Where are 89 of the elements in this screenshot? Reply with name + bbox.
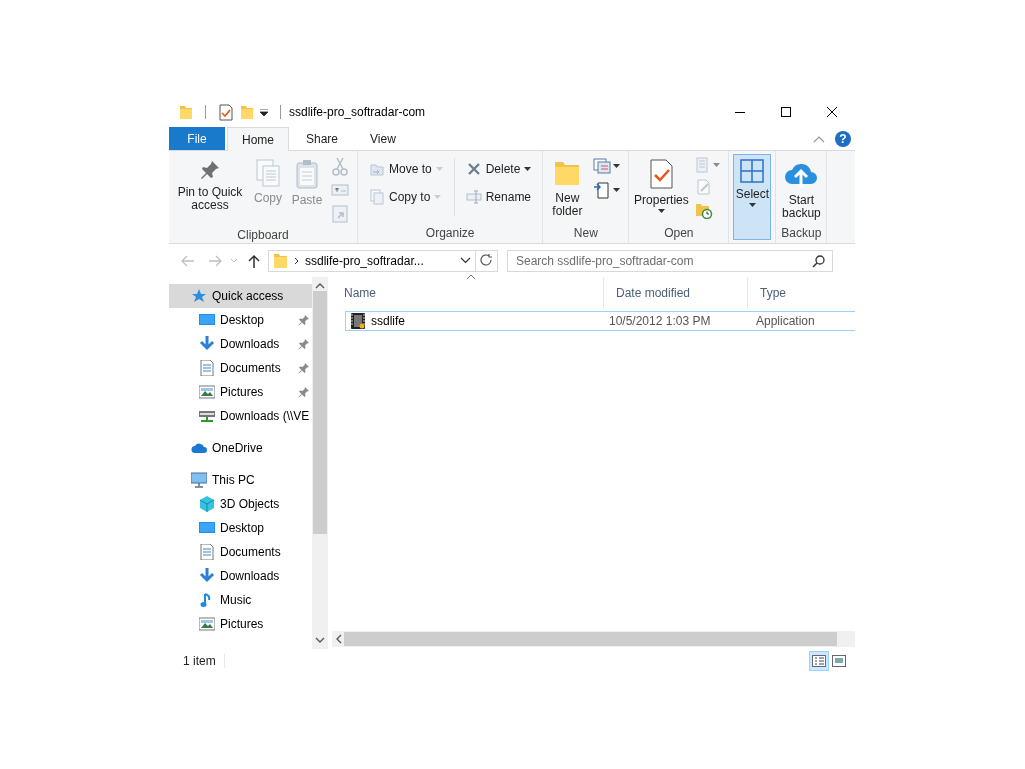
delete-button[interactable]: Delete <box>462 156 535 182</box>
ribbon-tab[interactable]: Home <box>227 127 289 151</box>
chevron-down-icon[interactable] <box>460 257 471 264</box>
folder-arrow-icon <box>369 161 385 177</box>
documents-icon <box>253 158 283 188</box>
minimize-icon <box>735 111 745 113</box>
sidebar-item[interactable]: Documents <box>169 356 312 380</box>
sidebar-item[interactable]: Pictures <box>169 612 312 636</box>
group-label: Open <box>663 225 695 242</box>
date-modified-cell-text: 10/5/2012 1:03 PM <box>608 314 712 328</box>
sidebar-item[interactable]: Downloads <box>169 332 312 356</box>
group-label: Clipboard <box>236 227 290 243</box>
scrollbar[interactable] <box>312 277 328 649</box>
search-field[interactable]: Search ssdlife-pro_softradar-com <box>507 249 833 272</box>
ribbon-tab[interactable]: View <box>355 127 411 150</box>
large-icons-view-icon <box>832 655 846 667</box>
window-title: ssdlife-pro_softradar-com <box>289 105 426 119</box>
file-name: ssdlife <box>371 314 405 328</box>
forward-arrow-icon[interactable] <box>209 254 223 267</box>
file-row[interactable]: ssdlife 10/5/2012 1:03 PM Application <box>345 311 855 331</box>
cube-icon <box>199 496 215 512</box>
documents-icon <box>369 189 385 205</box>
document-icon <box>199 360 215 376</box>
network-drive-icon <box>199 408 215 424</box>
document-arrow-icon[interactable] <box>593 181 612 199</box>
horizontal-scrollbar[interactable] <box>332 631 855 647</box>
download-icon <box>199 336 215 352</box>
sidebar-item[interactable]: Desktop <box>169 308 312 332</box>
sidebar-item[interactable]: Desktop <box>169 516 312 540</box>
sidebar-item[interactable]: 3D Objects <box>169 492 312 516</box>
group-label: New <box>572 225 599 242</box>
address-path: ssdlife-pro_softradar... <box>305 253 425 268</box>
properties-icon[interactable] <box>218 103 234 121</box>
maximize-icon <box>781 107 791 117</box>
sidebar-item[interactable]: Documents <box>169 540 312 564</box>
column-header[interactable]: Date modified <box>604 278 748 308</box>
search-icon[interactable] <box>812 254 825 268</box>
pin-button[interactable]: Pin to Quick access <box>173 154 247 215</box>
download-icon <box>199 568 215 584</box>
back-arrow-icon[interactable] <box>181 254 195 267</box>
close-icon <box>827 107 837 117</box>
column-header[interactable]: Type <box>748 278 855 308</box>
group-label: Organize <box>424 225 476 242</box>
address-bar[interactable]: ssdlife-pro_softradar... <box>268 249 476 272</box>
folder-icon <box>273 252 288 269</box>
details-view-icon <box>812 655 826 667</box>
text-cursor-icon <box>465 189 482 205</box>
sidebar-item[interactable]: Music <box>169 588 312 612</box>
picture-icon <box>199 384 215 400</box>
properties-button[interactable]: Properties <box>633 154 690 218</box>
dropdown-icon[interactable] <box>260 108 268 116</box>
collapse-ribbon-icon[interactable] <box>813 134 825 143</box>
select-button[interactable]: Select <box>733 154 772 240</box>
group-label: Backup <box>780 225 823 242</box>
sidebar-item[interactable]: Pictures <box>169 380 312 404</box>
scroll-up-icon[interactable] <box>315 283 325 289</box>
picture-icon <box>199 616 215 632</box>
details-view-button[interactable] <box>809 651 829 671</box>
up-arrow-icon[interactable] <box>248 253 260 268</box>
sidebar-item[interactable]: Downloads (\\VE <box>169 404 312 428</box>
grid-icon <box>739 158 766 184</box>
scroll-down-icon[interactable] <box>315 637 325 643</box>
help-button[interactable]: ? <box>835 130 851 147</box>
cross-icon <box>465 161 482 177</box>
type-cell-text: Application <box>755 314 816 328</box>
application-icon <box>350 313 366 329</box>
file-menu-button[interactable]: File <box>169 127 225 150</box>
folder-icon[interactable] <box>179 104 193 120</box>
sidebar-item[interactable]: Downloads <box>169 564 312 588</box>
desktop-icon <box>199 520 215 536</box>
refresh-icon <box>480 254 493 267</box>
item-count: 1 item <box>183 654 225 668</box>
sidebar-item[interactable]: OneDrive <box>169 436 312 460</box>
scroll-left-icon[interactable] <box>336 634 342 644</box>
new-folder-icon[interactable] <box>240 104 254 120</box>
computer-icon <box>191 472 207 488</box>
chevron-right-icon <box>294 256 299 265</box>
sidebar-item[interactable]: Quick access <box>169 284 312 308</box>
new-folder-button[interactable]: New folder <box>547 154 588 221</box>
folder-clock-icon[interactable] <box>695 201 714 219</box>
start-backup-button[interactable]: Start backup <box>780 154 823 223</box>
desktop-icon <box>199 312 215 328</box>
column-header[interactable]: Name <box>332 278 604 308</box>
document-icon <box>199 544 215 560</box>
star-icon <box>191 288 207 304</box>
sidebar-item[interactable]: This PC <box>169 468 312 492</box>
refresh-button[interactable] <box>476 249 498 272</box>
ribbon-tab[interactable]: Share <box>291 127 354 150</box>
document-grid-icon[interactable] <box>593 157 612 175</box>
